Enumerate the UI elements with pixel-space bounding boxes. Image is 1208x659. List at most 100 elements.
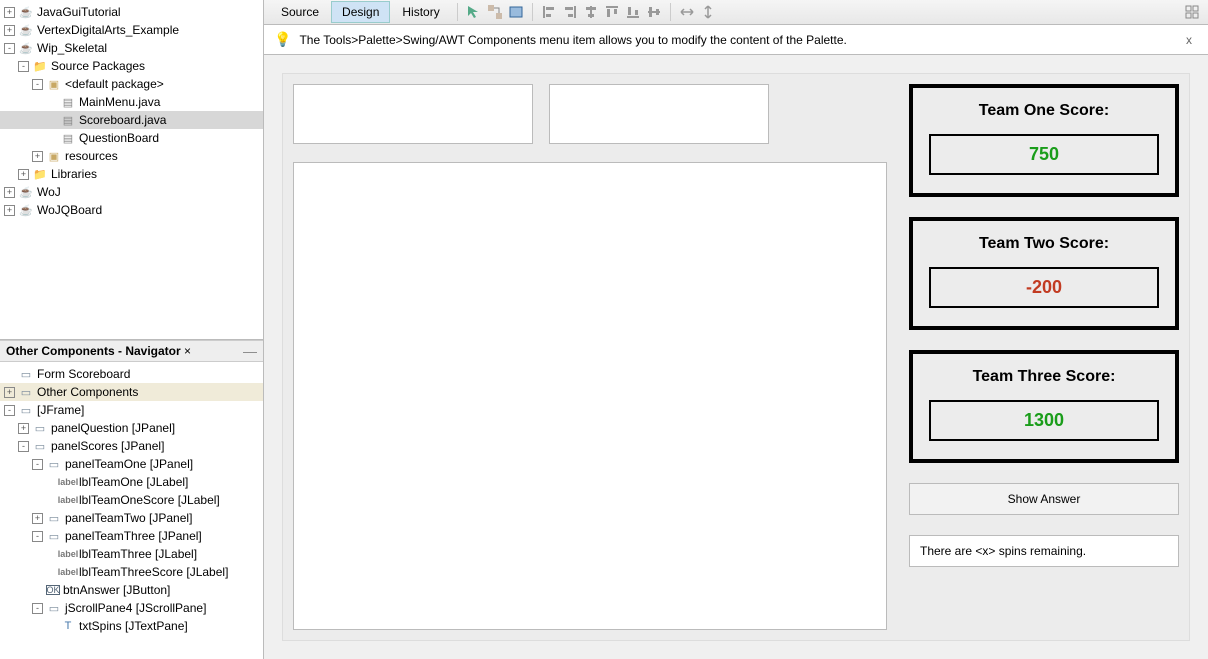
java-project-icon: ☕ [18,40,34,56]
tab-design[interactable]: Design [331,1,390,23]
tree-row[interactable]: TtxtSpins [JTextPane] [0,617,263,635]
align-top-icon[interactable] [602,2,622,22]
collapse-icon[interactable]: - [4,405,15,416]
collapse-icon[interactable]: - [4,43,15,54]
panel-icon: ▭ [46,510,62,526]
close-icon[interactable]: × [184,344,191,358]
tree-row[interactable]: -▭panelTeamThree [JPanel] [0,527,263,545]
minimize-icon[interactable]: — [243,343,257,359]
collapse-icon[interactable]: - [18,61,29,72]
tree-row[interactable]: +☕VertexDigitalArts_Example [0,21,263,39]
file-icon: ▤ [60,130,76,146]
tree-row[interactable]: ▤MainMenu.java [0,93,263,111]
align-bottom-icon[interactable] [623,2,643,22]
tip-text: The Tools>Palette>Swing/AWT Components m… [299,33,846,47]
tree-row[interactable]: ▭Form Scoreboard [0,365,263,383]
tree-row[interactable]: -▭jScrollPane4 [JScrollPane] [0,599,263,617]
expand-icon[interactable]: + [32,513,43,524]
tree-row[interactable]: +▭panelQuestion [JPanel] [0,419,263,437]
lbl-team-one: Team One Score: [929,102,1159,120]
txt-spins[interactable]: There are <x> spins remaining. [909,535,1179,567]
preview-icon[interactable] [506,2,526,22]
align-center-h-icon[interactable] [581,2,601,22]
tree-row[interactable]: OKbtnAnswer [JButton] [0,581,263,599]
design-canvas[interactable]: Team One Score: 750 Team Two Score: -200… [264,55,1208,659]
panel-question-1[interactable] [293,84,533,144]
navigator-header: Other Components - Navigator × — [0,340,263,362]
tree-row[interactable]: ▤Scoreboard.java [0,111,263,129]
tip-bar: 💡 The Tools>Palette>Swing/AWT Components… [264,25,1208,55]
connection-mode-icon[interactable] [485,2,505,22]
expand-icon[interactable]: + [4,7,15,18]
collapse-icon[interactable]: - [32,603,43,614]
tree-label: txtSpins [JTextPane] [79,619,188,633]
tree-label: <default package> [65,77,164,91]
tree-label: QuestionBoard [79,131,159,145]
tree-row[interactable]: -▭[JFrame] [0,401,263,419]
tree-row[interactable]: labellblTeamThreeScore [JLabel] [0,563,263,581]
tree-label: lblTeamThreeScore [JLabel] [79,565,228,579]
tree-row[interactable]: labellblTeamThree [JLabel] [0,545,263,563]
tree-row[interactable]: ▤QuestionBoard [0,129,263,147]
expand-icon[interactable]: + [4,387,15,398]
tree-row[interactable]: +☕WoJ [0,183,263,201]
tip-close-button[interactable]: x [1180,33,1198,47]
align-right-icon[interactable] [560,2,580,22]
tree-row[interactable]: -▣<default package> [0,75,263,93]
navigator-tree[interactable]: ▭Form Scoreboard+▭Other Components-▭[JFr… [0,362,263,659]
expand-icon[interactable]: + [18,169,29,180]
panel-team-three[interactable]: Team Three Score: 1300 [909,350,1179,463]
textpane-icon: T [60,618,76,634]
lbl-team-three-score: 1300 [929,400,1159,441]
collapse-icon[interactable]: - [32,531,43,542]
resize-v-icon[interactable] [698,2,718,22]
expand-icon[interactable]: + [32,151,43,162]
tree-row[interactable]: -▭panelTeamOne [JPanel] [0,455,263,473]
tree-row[interactable]: +☕WoJQBoard [0,201,263,219]
tree-row[interactable]: +▣resources [0,147,263,165]
collapse-icon[interactable]: - [18,441,29,452]
show-answer-button[interactable]: Show Answer [909,483,1179,515]
package-icon: ▣ [46,76,62,92]
panel-question-2[interactable] [549,84,769,144]
grid-icon[interactable] [1182,2,1202,22]
expand-icon[interactable]: + [18,423,29,434]
tree-label: Scoreboard.java [79,113,166,127]
selection-mode-icon[interactable] [464,2,484,22]
tree-label: WoJQBoard [37,203,102,217]
tree-row[interactable]: +☕JavaGuiTutorial [0,3,263,21]
tree-row[interactable]: labellblTeamOne [JLabel] [0,473,263,491]
tab-source[interactable]: Source [270,1,330,23]
tree-row[interactable]: +▭Other Components [0,383,263,401]
collapse-icon[interactable]: - [32,79,43,90]
tree-label: VertexDigitalArts_Example [37,23,179,37]
form-frame[interactable]: Team One Score: 750 Team Two Score: -200… [282,73,1190,641]
lightbulb-icon: 💡 [274,31,291,48]
tree-row[interactable]: -☕Wip_Skeletal [0,39,263,57]
align-left-icon[interactable] [539,2,559,22]
tree-row[interactable]: +▭panelTeamTwo [JPanel] [0,509,263,527]
tree-label: MainMenu.java [79,95,160,109]
projects-tree[interactable]: +☕JavaGuiTutorial+☕VertexDigitalArts_Exa… [0,0,263,340]
panel-team-two[interactable]: Team Two Score: -200 [909,217,1179,330]
lbl-team-two-score: -200 [929,267,1159,308]
panel-question-main[interactable] [293,162,887,630]
align-center-v-icon[interactable] [644,2,664,22]
collapse-icon[interactable]: - [32,459,43,470]
tab-history[interactable]: History [391,1,450,23]
expand-icon[interactable]: + [4,205,15,216]
tree-label: panelQuestion [JPanel] [51,421,175,435]
tree-row[interactable]: labellblTeamOneScore [JLabel] [0,491,263,509]
lbl-team-one-score: 750 [929,134,1159,175]
tree-row[interactable]: -▭panelScores [JPanel] [0,437,263,455]
panel-team-one[interactable]: Team One Score: 750 [909,84,1179,197]
expand-icon[interactable]: + [4,25,15,36]
label-icon: label [60,474,76,490]
resize-h-icon[interactable] [677,2,697,22]
tree-label: lblTeamThree [JLabel] [79,547,197,561]
tree-row[interactable]: +📁Libraries [0,165,263,183]
tree-row[interactable]: -📁Source Packages [0,57,263,75]
expand-icon[interactable]: + [4,187,15,198]
panel-icon: ▭ [32,420,48,436]
label-icon: label [60,492,76,508]
